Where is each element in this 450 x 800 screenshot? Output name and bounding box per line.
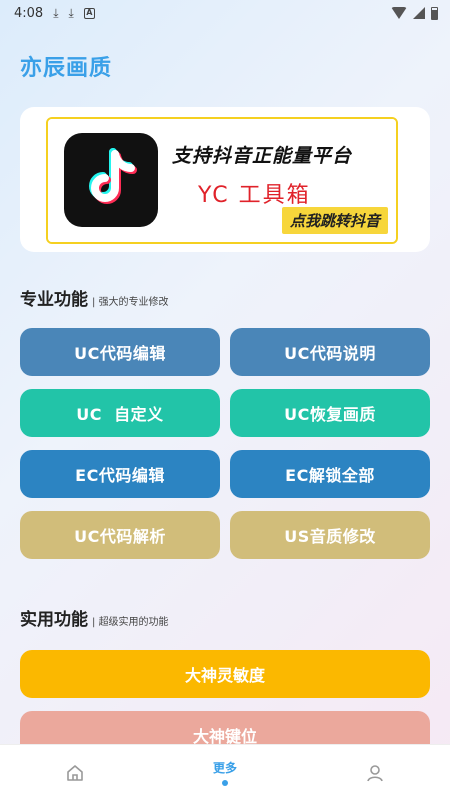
- uc-custom-button[interactable]: UC 自定义: [20, 389, 220, 437]
- nav-more-label: 更多: [212, 761, 237, 775]
- section-title: 专业功能: [20, 290, 88, 310]
- app-title: 亦辰画质: [20, 56, 113, 81]
- download-icon: ⤓: [53, 5, 59, 20]
- us-audio-edit-button[interactable]: US音质修改: [230, 511, 430, 559]
- nav-profile[interactable]: [300, 745, 450, 800]
- douyin-banner[interactable]: 支持抖音正能量平台 YC 工具箱 点我跳转抖音: [46, 117, 398, 244]
- a-icon: A: [83, 7, 95, 19]
- section-header-practical: 实用功能 超级实用的功能: [20, 605, 169, 630]
- ec-code-edit-button[interactable]: EC代码编辑: [20, 450, 220, 498]
- section-subtitle: 超级实用的功能: [92, 613, 169, 628]
- nav-home[interactable]: [0, 745, 150, 800]
- signal-icon: [413, 7, 425, 19]
- battery-icon: [431, 6, 438, 20]
- active-indicator: [222, 780, 228, 786]
- wifi-icon: [391, 7, 407, 19]
- ec-unlock-all-button[interactable]: EC解锁全部: [230, 450, 430, 498]
- section-title: 实用功能: [20, 610, 88, 630]
- user-icon: [367, 764, 383, 781]
- sensitivity-button[interactable]: 大神灵敏度: [20, 650, 430, 698]
- uc-restore-quality-button[interactable]: UC恢复画质: [230, 389, 430, 437]
- tiktok-logo: [64, 133, 158, 227]
- uc-code-parse-button[interactable]: UC代码解析: [20, 511, 220, 559]
- uc-code-edit-button[interactable]: UC代码编辑: [20, 328, 220, 376]
- section-subtitle: 强大的专业修改: [92, 293, 169, 308]
- download-icon: ⤓: [68, 5, 74, 20]
- bottom-nav: 更多: [0, 744, 450, 800]
- home-icon: [67, 764, 83, 781]
- status-bar: 4:08 ⤓ ⤓ A: [0, 0, 450, 26]
- banner-headline: 支持抖音正能量平台: [172, 145, 353, 167]
- banner-subtitle: YC 工具箱: [198, 183, 311, 208]
- banner-card: 支持抖音正能量平台 YC 工具箱 点我跳转抖音: [20, 107, 430, 252]
- uc-code-help-button[interactable]: UC代码说明: [230, 328, 430, 376]
- section-header-pro: 专业功能 强大的专业修改: [20, 285, 169, 310]
- banner-cta[interactable]: 点我跳转抖音: [281, 207, 388, 234]
- nav-more[interactable]: 更多: [150, 745, 300, 800]
- status-time: 4:08: [14, 5, 44, 21]
